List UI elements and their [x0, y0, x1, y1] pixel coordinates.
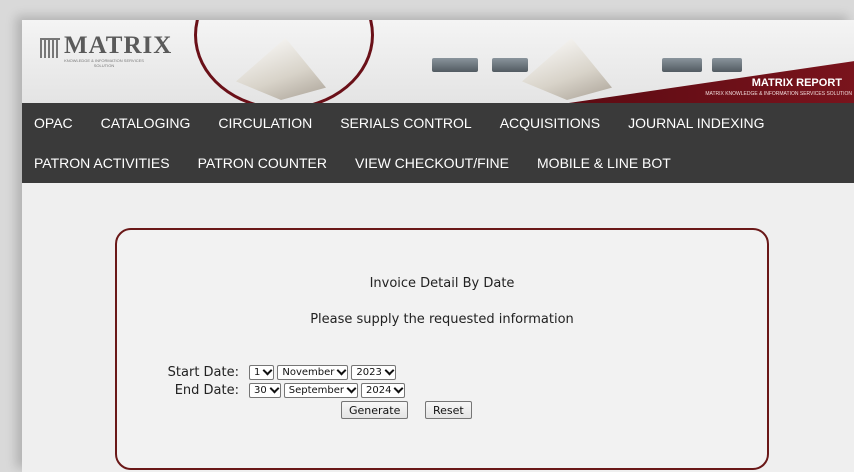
chevron-down-icon [336, 365, 347, 376]
start-date-label: Start Date: [167, 364, 239, 380]
chevron-down-icon [262, 365, 273, 376]
chevron-down-icon [394, 383, 404, 394]
start-day-value: 1 [254, 366, 261, 378]
bookshelf-image [662, 58, 702, 72]
reset-button[interactable]: Reset [425, 401, 472, 419]
logo-subtitle: KNOWLEDGE & INFORMATION SERVICES SOLUTIO… [64, 58, 144, 68]
nav-item-view-checkout-fine[interactable]: VIEW CHECKOUT/FINE [343, 155, 525, 171]
bookshelf-image [712, 58, 742, 72]
end-day-value: 30 [254, 384, 267, 396]
form-title: Invoice Detail By Date [369, 276, 515, 291]
logo-title: MATRIX [64, 32, 173, 59]
nav-item-acquisitions[interactable]: ACQUISITIONS [488, 115, 616, 131]
generate-button[interactable]: Generate [341, 401, 409, 419]
browser-window: MATRIX KNOWLEDGE & INFORMATION SERVICES … [22, 20, 854, 472]
open-book-image [522, 38, 612, 100]
main-nav: OPAC CATALOGING CIRCULATION SERIALS CONT… [22, 103, 854, 183]
matrix-logo[interactable]: MATRIX KNOWLEDGE & INFORMATION SERVICES … [40, 32, 173, 68]
nav-row-2: PATRON ACTIVITIES PATRON COUNTER VIEW CH… [22, 143, 854, 183]
start-year-select[interactable]: 2023 [351, 364, 396, 380]
report-subtitle: MATRIX KNOWLEDGE & INFORMATION SERVICES … [705, 91, 852, 97]
nav-item-serials-control[interactable]: SERIALS CONTROL [328, 115, 487, 131]
start-day-select[interactable]: 1 [249, 364, 275, 380]
start-month-value: November [282, 366, 335, 378]
end-date-label: End Date: [174, 382, 239, 398]
start-year-value: 2023 [356, 366, 382, 378]
start-month-select[interactable]: November [277, 364, 349, 380]
bookshelf-image [432, 58, 478, 72]
nav-row-1: OPAC CATALOGING CIRCULATION SERIALS CONT… [22, 103, 854, 143]
nav-item-mobile-line-bot[interactable]: MOBILE & LINE BOT [525, 155, 687, 171]
start-date-row: Start Date: 1 November 2023 [135, 363, 399, 381]
bookshelf-image [492, 58, 528, 72]
form-subtitle: Please supply the requested information [310, 312, 574, 327]
chevron-down-icon [384, 365, 395, 376]
nav-item-opac[interactable]: OPAC [22, 115, 89, 131]
end-day-select[interactable]: 30 [249, 382, 281, 398]
end-date-row: End Date: 30 September 2024 [135, 381, 408, 399]
invoice-form-panel: Invoice Detail By Date Please supply the… [115, 228, 769, 470]
nav-item-circulation[interactable]: CIRCULATION [206, 115, 328, 131]
chevron-down-icon [269, 383, 280, 394]
nav-item-cataloging[interactable]: CATALOGING [89, 115, 207, 131]
header-banner: MATRIX KNOWLEDGE & INFORMATION SERVICES … [22, 20, 854, 103]
nav-item-patron-activities[interactable]: PATRON ACTIVITIES [22, 155, 186, 171]
nav-item-journal-indexing[interactable]: JOURNAL INDEXING [616, 115, 780, 131]
end-year-value: 2024 [366, 384, 392, 396]
report-title: MATRIX REPORT [751, 77, 842, 89]
chevron-down-icon [346, 383, 357, 394]
end-year-select[interactable]: 2024 [361, 382, 406, 398]
library-building-icon [40, 38, 60, 58]
nav-item-patron-counter[interactable]: PATRON COUNTER [186, 155, 343, 171]
end-month-select[interactable]: September [283, 382, 359, 398]
end-month-value: September [288, 384, 345, 396]
